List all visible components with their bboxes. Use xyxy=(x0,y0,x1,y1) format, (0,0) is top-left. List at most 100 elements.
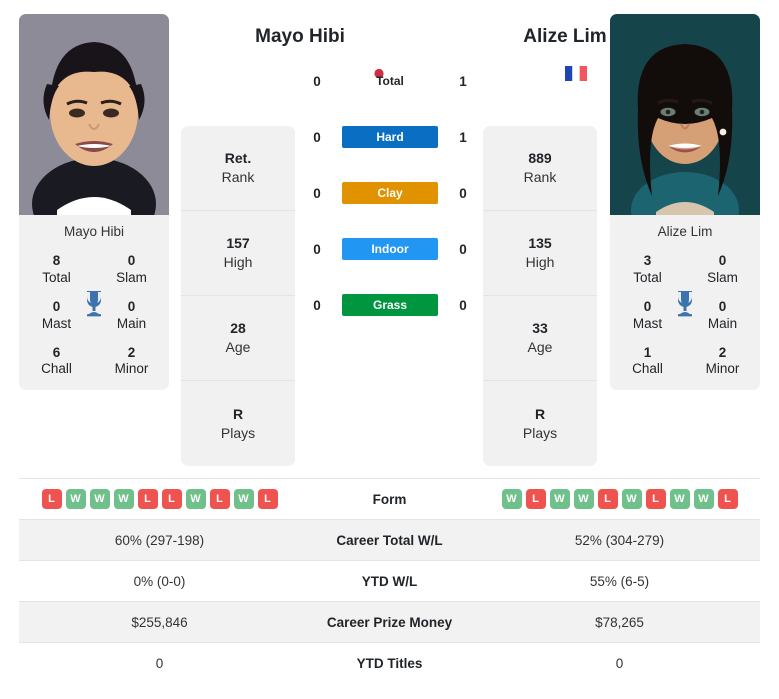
age-value: 33 xyxy=(532,320,548,337)
france-flag-icon xyxy=(565,66,587,81)
form-badge[interactable]: W xyxy=(693,489,714,509)
rank-cell-rank: Ret. Rank xyxy=(181,126,295,211)
titles-chall-label: Chall xyxy=(41,361,72,377)
form-badge[interactable]: W xyxy=(185,489,206,509)
form-badge[interactable]: W xyxy=(573,489,594,509)
titles-total-value: 3 xyxy=(643,253,652,268)
form-badge[interactable]: L xyxy=(41,489,62,509)
trophy-icon xyxy=(672,289,698,317)
rank-cell-high: 157 High xyxy=(181,211,295,296)
plays-value: R xyxy=(232,405,244,422)
titles-minor: 2 Minor xyxy=(685,345,760,379)
titles-chall-value: 1 xyxy=(643,344,652,360)
titles-chall-value: 6 xyxy=(52,344,61,360)
h2h-right-value: 0 xyxy=(459,185,467,201)
titles-slam-value: 0 xyxy=(718,253,727,268)
form-badge[interactable]: W xyxy=(501,489,522,509)
titles-minor-value: 2 xyxy=(127,344,136,360)
h2h-surface-label[interactable]: Clay xyxy=(342,182,438,204)
table-cell-label: YTD Titles xyxy=(356,655,423,671)
form-badge[interactable]: L xyxy=(525,489,546,509)
table-row: 0 YTD Titles 0 xyxy=(19,642,760,683)
form-badge[interactable]: L xyxy=(717,489,738,509)
h2h-left-value: 0 xyxy=(313,241,321,257)
trophy-icon xyxy=(81,289,107,317)
form-badge[interactable]: L xyxy=(597,489,618,509)
plays-label: Plays xyxy=(220,424,256,441)
table-cell-label: YTD W/L xyxy=(361,573,418,589)
titles-chall: 6 Chall xyxy=(19,345,94,379)
titles-minor: 2 Minor xyxy=(94,345,169,379)
titles-slam-label: Slam xyxy=(707,269,738,285)
player-right-photo-column: Alize Lim 3 Total 0 Slam 0 Mast 0 Main 1… xyxy=(610,14,760,391)
player-left-titles-card: Mayo Hibi 8 Total 0 Slam 0 Mast 0 Main 6… xyxy=(19,215,169,391)
player-left-titles-grid: 8 Total 0 Slam 0 Mast 0 Main 6 Chall 2 M… xyxy=(19,253,169,378)
table-cell-right: 0 xyxy=(615,655,624,671)
titles-minor-value: 2 xyxy=(718,344,727,360)
titles-minor-label: Minor xyxy=(705,361,740,377)
rank-cell-rank: 889 Rank xyxy=(483,126,597,211)
h2h-row-grass: 0 Grass 0 xyxy=(300,294,480,316)
titles-slam-value: 0 xyxy=(127,253,136,268)
form-badge[interactable]: L xyxy=(645,489,666,509)
table-cell-label: Career Total W/L xyxy=(336,532,443,548)
titles-mast-label: Mast xyxy=(632,315,663,331)
table-cell-left: 0 xyxy=(155,655,164,671)
comparison-header: Mayo Hibi 8 Total 0 Slam 0 Mast 0 Main 6… xyxy=(0,0,779,478)
form-badge[interactable]: W xyxy=(621,489,642,509)
h2h-surface-label: Total xyxy=(376,74,404,88)
form-badge[interactable]: L xyxy=(209,489,230,509)
titles-total: 3 Total xyxy=(610,253,685,287)
titles-slam: 0 Slam xyxy=(685,253,760,287)
table-row: 60% (297-198) Career Total W/L 52% (304-27… xyxy=(19,519,760,560)
player-left-card-name: Mayo Hibi xyxy=(63,224,125,239)
form-badge[interactable]: W xyxy=(113,489,134,509)
age-label: Age xyxy=(225,339,251,355)
table-cell-left: $255,846 xyxy=(131,614,188,630)
comparison-stats-table: L W W W L L W L W L Form W L W W L W L W W L 60% (297-198) Car… xyxy=(19,478,760,683)
high-label: High xyxy=(525,254,555,270)
h2h-row-hard: 0 Hard 1 xyxy=(300,126,480,148)
h2h-right-value: 0 xyxy=(459,297,467,313)
form-badge[interactable]: W xyxy=(549,489,570,509)
titles-minor-label: Minor xyxy=(114,361,149,377)
form-badge[interactable]: W xyxy=(89,489,110,509)
table-cell-right: WLWWLWLWWL xyxy=(479,489,760,509)
h2h-surface-label[interactable]: Hard xyxy=(342,126,438,148)
plays-label: Plays xyxy=(522,424,558,441)
form-badges-left: LWWWLLWLWL xyxy=(19,489,300,509)
player-right-titles-card: Alize Lim 3 Total 0 Slam 0 Mast 0 Main 1… xyxy=(610,215,760,391)
player-left-name: Mayo Hibi xyxy=(255,26,345,47)
form-badge[interactable]: L xyxy=(137,489,158,509)
titles-total-label: Total xyxy=(633,269,662,285)
h2h-right-value: 0 xyxy=(459,241,467,257)
table-cell-left: 60% (297-198) xyxy=(114,532,205,548)
h2h-left-value: 0 xyxy=(313,73,321,89)
table-cell-label: Form xyxy=(372,491,407,507)
h2h-right-value: 1 xyxy=(459,129,467,145)
titles-main-label: Main xyxy=(707,315,738,331)
table-cell-right: $78,265 xyxy=(595,614,644,630)
form-badge[interactable]: W xyxy=(669,489,690,509)
titles-total: 8 Total xyxy=(19,253,94,287)
player-left-photo xyxy=(19,14,169,215)
titles-slam: 0 Slam xyxy=(94,253,169,287)
h2h-row-clay: 0 Clay 0 xyxy=(300,182,480,204)
h2h-right-value: 1 xyxy=(459,73,467,89)
rank-cell-plays: R Plays xyxy=(181,381,295,466)
form-badge[interactable]: W xyxy=(233,489,254,509)
titles-main-label: Main xyxy=(116,315,147,331)
age-value: 28 xyxy=(230,320,246,337)
rank-cell-age: 33 Age xyxy=(483,296,597,381)
table-cell-right: 52% (304-279) xyxy=(574,532,665,548)
table-cell-right: 55% (6-5) xyxy=(589,573,650,589)
high-value: 157 xyxy=(226,235,250,252)
rank-value: Ret. xyxy=(224,150,252,167)
h2h-surface-label[interactable]: Indoor xyxy=(342,238,438,260)
form-badge[interactable]: L xyxy=(257,489,278,509)
rank-label: Rank xyxy=(221,169,255,185)
h2h-surface-label[interactable]: Grass xyxy=(342,294,438,316)
form-badge[interactable]: W xyxy=(65,489,86,509)
form-badge[interactable]: L xyxy=(161,489,182,509)
player-left-rank-card: Ret. Rank 157 High 28 Age R Plays xyxy=(181,126,295,466)
